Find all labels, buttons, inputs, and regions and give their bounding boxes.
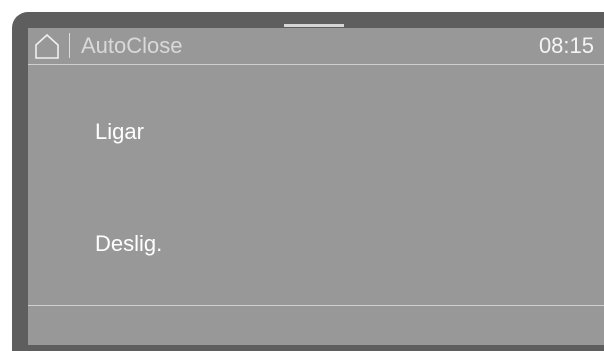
page-title: AutoClose [81, 33, 183, 58]
status-header: AutoClose 08:15 [28, 28, 604, 64]
appliance-display: AutoClose 08:15 Ligar Deslig. [0, 0, 604, 351]
display-screen: AutoClose 08:15 Ligar Deslig. [28, 28, 604, 345]
footer-separator [28, 305, 604, 306]
option-ligar[interactable]: Ligar [28, 100, 604, 160]
option-label: Deslig. [95, 231, 163, 256]
header-divider [69, 33, 70, 58]
clock-time: 08:15 [538, 33, 594, 58]
option-deslig[interactable]: Deslig. [28, 212, 604, 272]
option-label: Ligar [95, 119, 144, 144]
bezel-indicator-slot [284, 24, 344, 27]
home-icon[interactable] [34, 33, 60, 59]
header-separator [28, 64, 604, 65]
